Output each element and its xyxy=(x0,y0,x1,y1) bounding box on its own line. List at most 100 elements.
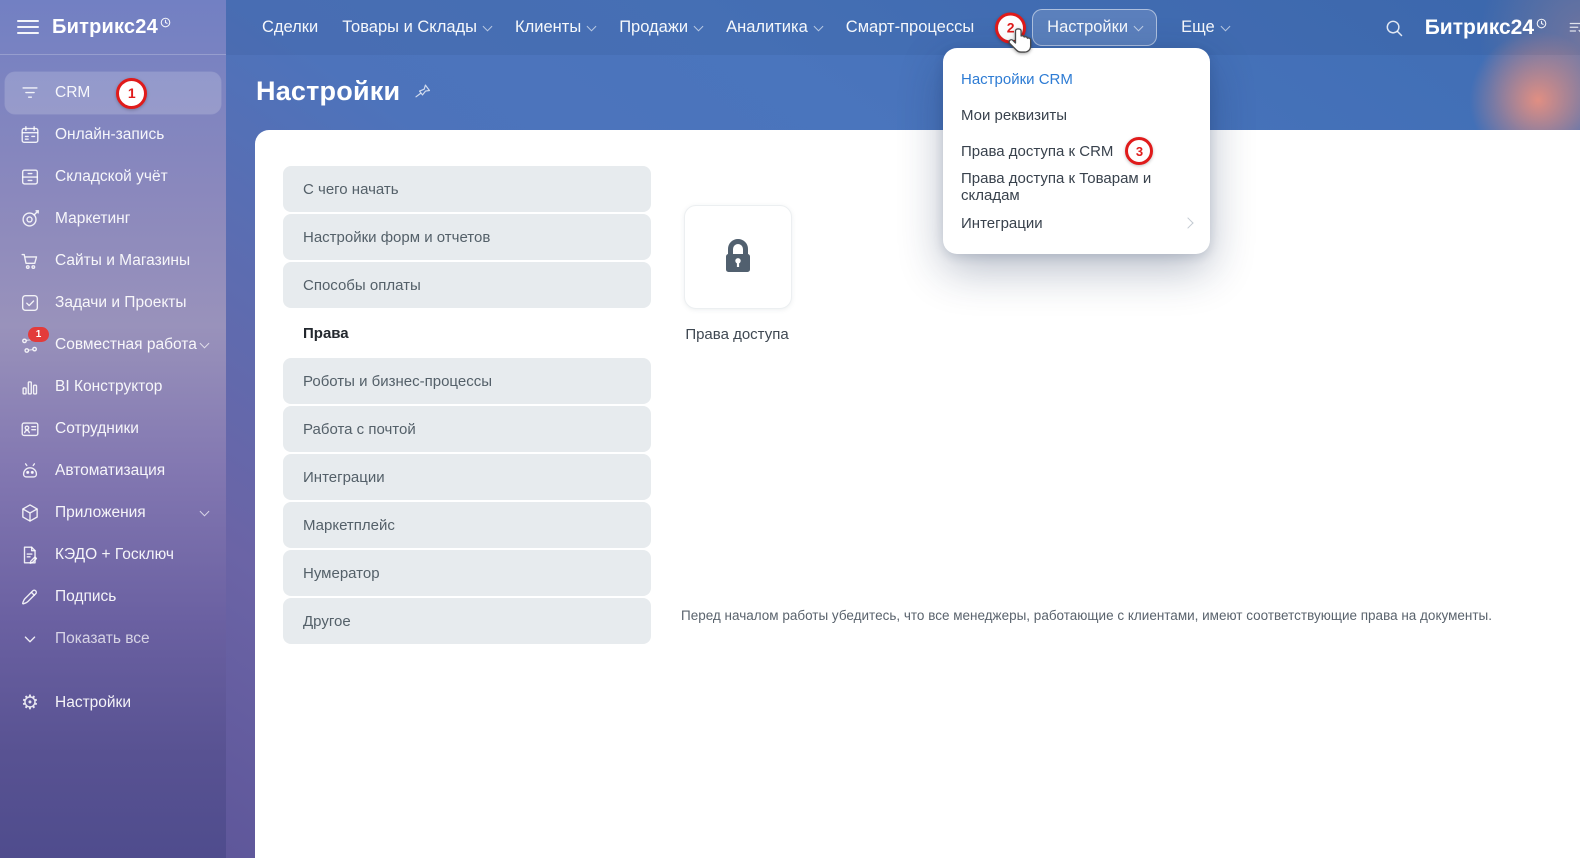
access-rights-tile-label: Права доступа xyxy=(639,326,835,343)
sidebar-item[interactable]: 1 Совместная работа xyxy=(0,324,226,366)
sidebar-item-icon xyxy=(18,585,42,609)
sidebar-item-label: Задачи и Проекты xyxy=(55,294,187,312)
settings-category-item[interactable]: Способы оплаты xyxy=(283,262,651,308)
sidebar-item[interactable]: BI Конструктор xyxy=(0,366,226,408)
settings-category-list: С чего начатьНастройки форм и отчетовСпо… xyxy=(283,166,651,646)
sidebar-item-label: Сайты и Магазины xyxy=(55,252,190,270)
settings-category-item[interactable]: Права xyxy=(283,310,651,356)
sidebar-header: Битрикс24 xyxy=(0,0,226,55)
hamburger-menu-icon[interactable] xyxy=(17,20,39,34)
sidebar-item-label: CRM xyxy=(55,84,90,102)
sidebar-menu: CRM 1 Онлайн-запись Скл xyxy=(0,55,226,724)
sidebar-item[interactable]: Показать все xyxy=(0,618,226,660)
access-rights-tile[interactable] xyxy=(684,205,792,309)
topnav-item[interactable]: Продажи xyxy=(619,18,702,37)
settings-category-item[interactable]: Настройки форм и отчетов xyxy=(283,214,651,260)
clock-icon xyxy=(160,17,171,28)
sidebar-item-label: Складской учёт xyxy=(55,168,168,186)
topnav-item[interactable]: 2 Настройки xyxy=(1032,9,1157,46)
topnav-item[interactable]: Сделки xyxy=(262,18,318,37)
dropdown-item[interactable]: Права доступа к CRM 3 xyxy=(943,133,1210,169)
sidebar-item-icon xyxy=(18,501,42,525)
clock-icon xyxy=(1536,18,1547,29)
pin-icon[interactable] xyxy=(412,81,433,102)
settings-category-item[interactable]: Маркетплейс xyxy=(283,502,651,548)
chevron-down-icon xyxy=(1220,21,1230,31)
sidebar-item-icon xyxy=(18,459,42,483)
step-number-badge: 3 xyxy=(1125,137,1153,165)
sidebar-item[interactable]: Приложения xyxy=(0,492,226,534)
sidebar-item-label: Настройки xyxy=(55,694,131,712)
sidebar-item-icon xyxy=(18,249,42,273)
brand-logo[interactable]: Битрикс24 xyxy=(52,16,171,39)
settings-dropdown-menu: Настройки CRM Мои реквизиты Права доступ… xyxy=(943,48,1210,254)
sidebar-item-icon xyxy=(18,207,42,231)
sidebar-item[interactable]: Сайты и Магазины xyxy=(0,240,226,282)
brand-logo-topright[interactable]: Битрикс24 xyxy=(1425,16,1547,40)
page-title-text: Настройки xyxy=(256,76,400,107)
chevron-down-icon xyxy=(200,507,210,517)
sidebar-item[interactable]: Сотрудники xyxy=(0,408,226,450)
dropdown-item[interactable]: Права доступа к Товарам и складам xyxy=(943,169,1210,205)
search-icon[interactable] xyxy=(1383,17,1405,39)
topnav-item-label: Сделки xyxy=(262,18,318,37)
topnav-item-label: Еще xyxy=(1181,18,1215,37)
sidebar-item-icon xyxy=(18,417,42,441)
chevron-down-icon xyxy=(200,339,210,349)
step-number-badge: 2 xyxy=(995,12,1026,43)
topnav-item[interactable]: Смарт-процессы xyxy=(846,18,974,37)
sidebar-item-label: Приложения xyxy=(55,504,146,522)
settings-category-item[interactable]: Другое xyxy=(283,598,651,644)
sidebar-item-label: Показать все xyxy=(55,630,150,648)
sidebar-item-label: Подпись xyxy=(55,588,116,606)
dropdown-item-label: Права доступа к Товарам и складам xyxy=(961,170,1192,204)
step-number-badge: 1 xyxy=(116,78,147,109)
topnav-item[interactable]: Еще xyxy=(1181,18,1229,37)
sidebar-item[interactable]: CRM 1 xyxy=(5,72,221,114)
topnav-item[interactable]: Клиенты xyxy=(515,18,595,37)
settings-category-item[interactable]: С чего начать xyxy=(283,166,651,212)
topnav-item-label: Аналитика xyxy=(726,18,808,37)
topnav-item-label: Товары и Склады xyxy=(342,18,477,37)
sidebar-item[interactable]: Автоматизация xyxy=(0,450,226,492)
sidebar-item[interactable]: Онлайн-запись xyxy=(0,114,226,156)
sidebar-item-icon: 1 xyxy=(18,333,42,357)
sidebar-item[interactable]: КЭДО + Госключ xyxy=(0,534,226,576)
brand-logo-text: Битрикс24 xyxy=(1425,16,1534,40)
sidebar-item[interactable]: Подпись xyxy=(0,576,226,618)
sidebar-item-icon xyxy=(18,81,42,105)
dropdown-item[interactable]: Мои реквизиты xyxy=(943,97,1210,133)
sort-menu-partial-icon[interactable] xyxy=(1567,19,1580,37)
sidebar-item-icon xyxy=(18,165,42,189)
page-title: Настройки xyxy=(256,76,432,107)
sidebar-item-label: Совместная работа xyxy=(55,336,197,354)
bitrix24-app-window: Битрикс24 CRM 1 Онлай xyxy=(0,0,1580,858)
sidebar-item[interactable]: Маркетинг xyxy=(0,198,226,240)
sidebar-item-label: Маркетинг xyxy=(55,210,130,228)
dropdown-item-label: Права доступа к CRM xyxy=(961,143,1113,160)
sidebar-item[interactable]: Складской учёт xyxy=(0,156,226,198)
sidebar-item[interactable]: Задачи и Проекты xyxy=(0,282,226,324)
sidebar-item-icon xyxy=(18,375,42,399)
chevron-down-icon xyxy=(483,21,493,31)
topnav-item-label: Клиенты xyxy=(515,18,581,37)
dropdown-item[interactable]: Настройки CRM xyxy=(943,61,1210,97)
sidebar-item-label: BI Конструктор xyxy=(55,378,162,396)
dropdown-item-label: Интеграции xyxy=(961,215,1043,232)
sidebar-item-label: КЭДО + Госключ xyxy=(55,546,174,564)
settings-category-item[interactable]: Интеграции xyxy=(283,454,651,500)
settings-category-item[interactable]: Работа с почтой xyxy=(283,406,651,452)
sidebar: Битрикс24 CRM 1 Онлай xyxy=(0,0,226,858)
topnav-item[interactable]: Товары и Склады xyxy=(342,18,491,37)
chevron-down-icon xyxy=(813,21,823,31)
top-navigation: Сделки Товары и Склады Клиенты Продажи А… xyxy=(262,0,1229,55)
settings-category-item[interactable]: Роботы и бизнес-процессы xyxy=(283,358,651,404)
gear-icon: ⚙ xyxy=(18,691,42,715)
chevron-right-icon xyxy=(1182,217,1193,228)
settings-category-item[interactable]: Нумератор xyxy=(283,550,651,596)
topnav-item-label: Настройки xyxy=(1047,18,1128,37)
dropdown-item[interactable]: Интеграции xyxy=(943,205,1210,241)
sidebar-item-settings[interactable]: ⚙ Настройки xyxy=(0,682,226,724)
chevron-down-icon xyxy=(1134,21,1144,31)
topnav-item[interactable]: Аналитика xyxy=(726,18,822,37)
